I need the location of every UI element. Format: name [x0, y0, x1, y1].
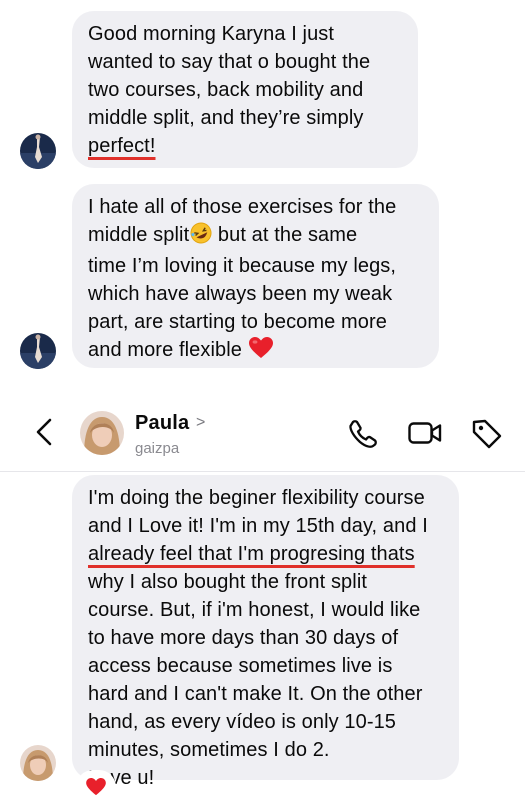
underlined-text: already feel that I'm progresing thats — [88, 543, 415, 565]
contact-avatar[interactable] — [20, 745, 56, 781]
message-bubble[interactable]: I'm doing the beginer flexibility course… — [72, 475, 459, 789]
sender-avatar[interactable] — [20, 133, 56, 169]
message-text: Love u! — [88, 767, 155, 789]
red-heart-emoji — [248, 337, 273, 367]
message-text: wanted to say that o bought the — [88, 51, 371, 73]
message-text: and more flexible — [88, 339, 243, 361]
contact-username[interactable]: gaizpa — [135, 440, 179, 457]
call-button[interactable] — [346, 417, 380, 449]
underlined-text: perfect! — [88, 135, 156, 157]
message-bubble[interactable]: I hate all of those exercises for the mi… — [72, 184, 439, 368]
message-text: middle split — [88, 224, 190, 246]
message-text: which have always been my weak — [88, 283, 393, 305]
dm-screenshot: Good morning Karyna I just wanted to say… — [0, 0, 525, 810]
message-text: and I Love it! I'm in my 15th day, and I — [88, 515, 428, 537]
message-text: minutes, sometimes I do 2. — [88, 739, 330, 761]
message-text: hand, as every vídeo is only 10-15 — [88, 711, 397, 733]
video-camera-icon — [408, 422, 442, 444]
message-bubble[interactable]: Good morning Karyna I just wanted to say… — [72, 11, 418, 168]
video-call-button[interactable] — [407, 417, 443, 449]
sender-avatar[interactable] — [20, 333, 56, 369]
conversation-header: Paula > gaizpa — [0, 395, 525, 472]
heart-reaction[interactable] — [78, 772, 114, 802]
contact-name[interactable]: Paula — [135, 412, 189, 435]
message-text: but at the same — [212, 224, 358, 246]
message-text: two courses, back mobility and — [88, 79, 364, 101]
chevron-left-icon — [36, 418, 52, 446]
message-text: to have more days than 30 days of — [88, 627, 399, 649]
message-text: hard and I can't make It. On the other — [88, 683, 423, 705]
contact-avatar[interactable] — [80, 411, 124, 455]
chevron-right-icon[interactable]: > — [196, 414, 205, 432]
back-button[interactable] — [30, 417, 58, 447]
tag-button[interactable] — [470, 417, 504, 449]
message-text: Good morning Karyna I just — [88, 23, 335, 45]
phone-icon — [349, 420, 377, 448]
red-heart-emoji — [86, 778, 106, 796]
message-text: access because sometimes live is — [88, 655, 393, 677]
message-text: I'm doing the beginer flexibility course — [88, 487, 425, 509]
message-text: middle split, and they’re simply — [88, 107, 364, 129]
message-text: part, are starting to become more — [88, 311, 387, 333]
rolling-laughing-emoji — [190, 222, 212, 252]
message-text: course. But, if i'm honest, I would like — [88, 599, 421, 621]
tag-icon — [472, 419, 502, 449]
message-text: I hate all of those exercises for the — [88, 196, 397, 218]
message-text: time I’m loving it because my legs, — [88, 255, 397, 277]
message-text: why I also bought the front split — [88, 571, 368, 593]
